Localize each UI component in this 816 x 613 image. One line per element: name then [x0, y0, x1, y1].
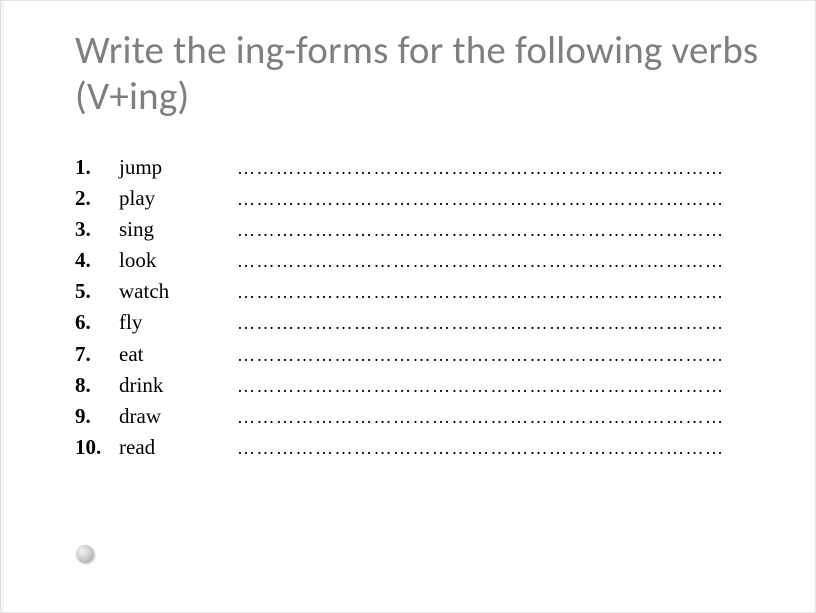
- item-number: 3.: [75, 214, 119, 245]
- bullet-icon: [76, 545, 94, 563]
- item-number: 6.: [75, 307, 119, 338]
- list-item: 7. eat …………………………………………………………………: [75, 339, 725, 370]
- answer-blank: …………………………………………………………………: [237, 339, 725, 370]
- page-title: Write the ing-forms for the following ve…: [75, 28, 761, 120]
- item-verb: fly: [119, 307, 237, 338]
- slide-edge: [0, 0, 4, 613]
- verb-list: 1. jump ………………………………………………………………… 2. pla…: [75, 152, 725, 463]
- list-item: 5. watch …………………………………………………………………: [75, 276, 725, 307]
- item-verb: drink: [119, 370, 237, 401]
- list-item: 4. look …………………………………………………………………: [75, 245, 725, 276]
- item-number: 8.: [75, 370, 119, 401]
- answer-blank: …………………………………………………………………: [237, 214, 725, 245]
- item-number: 5.: [75, 276, 119, 307]
- list-item: 3. sing …………………………………………………………………: [75, 214, 725, 245]
- list-item: 9. draw …………………………………………………………………: [75, 401, 725, 432]
- slide: Write the ing-forms for the following ve…: [0, 0, 816, 613]
- answer-blank: …………………………………………………………………: [237, 432, 725, 463]
- item-verb: play: [119, 183, 237, 214]
- item-number: 4.: [75, 245, 119, 276]
- item-verb: draw: [119, 401, 237, 432]
- item-verb: sing: [119, 214, 237, 245]
- list-item: 1. jump …………………………………………………………………: [75, 152, 725, 183]
- item-verb: eat: [119, 339, 237, 370]
- item-verb: read: [119, 432, 237, 463]
- answer-blank: …………………………………………………………………: [237, 183, 725, 214]
- item-number: 7.: [75, 339, 119, 370]
- item-verb: watch: [119, 276, 237, 307]
- list-item: 8. drink …………………………………………………………………: [75, 370, 725, 401]
- answer-blank: …………………………………………………………………: [237, 152, 725, 183]
- list-item: 2. play …………………………………………………………………: [75, 183, 725, 214]
- item-number: 10.: [75, 432, 119, 463]
- item-number: 9.: [75, 401, 119, 432]
- item-verb: jump: [119, 152, 237, 183]
- item-number: 1.: [75, 152, 119, 183]
- answer-blank: …………………………………………………………………: [237, 245, 725, 276]
- answer-blank: …………………………………………………………………: [237, 307, 725, 338]
- answer-blank: …………………………………………………………………: [237, 401, 725, 432]
- item-verb: look: [119, 245, 237, 276]
- answer-blank: …………………………………………………………………: [237, 276, 725, 307]
- list-item: 6. fly …………………………………………………………………: [75, 307, 725, 338]
- item-number: 2.: [75, 183, 119, 214]
- answer-blank: …………………………………………………………………: [237, 370, 725, 401]
- list-item: 10. read …………………………………………………………………: [75, 432, 725, 463]
